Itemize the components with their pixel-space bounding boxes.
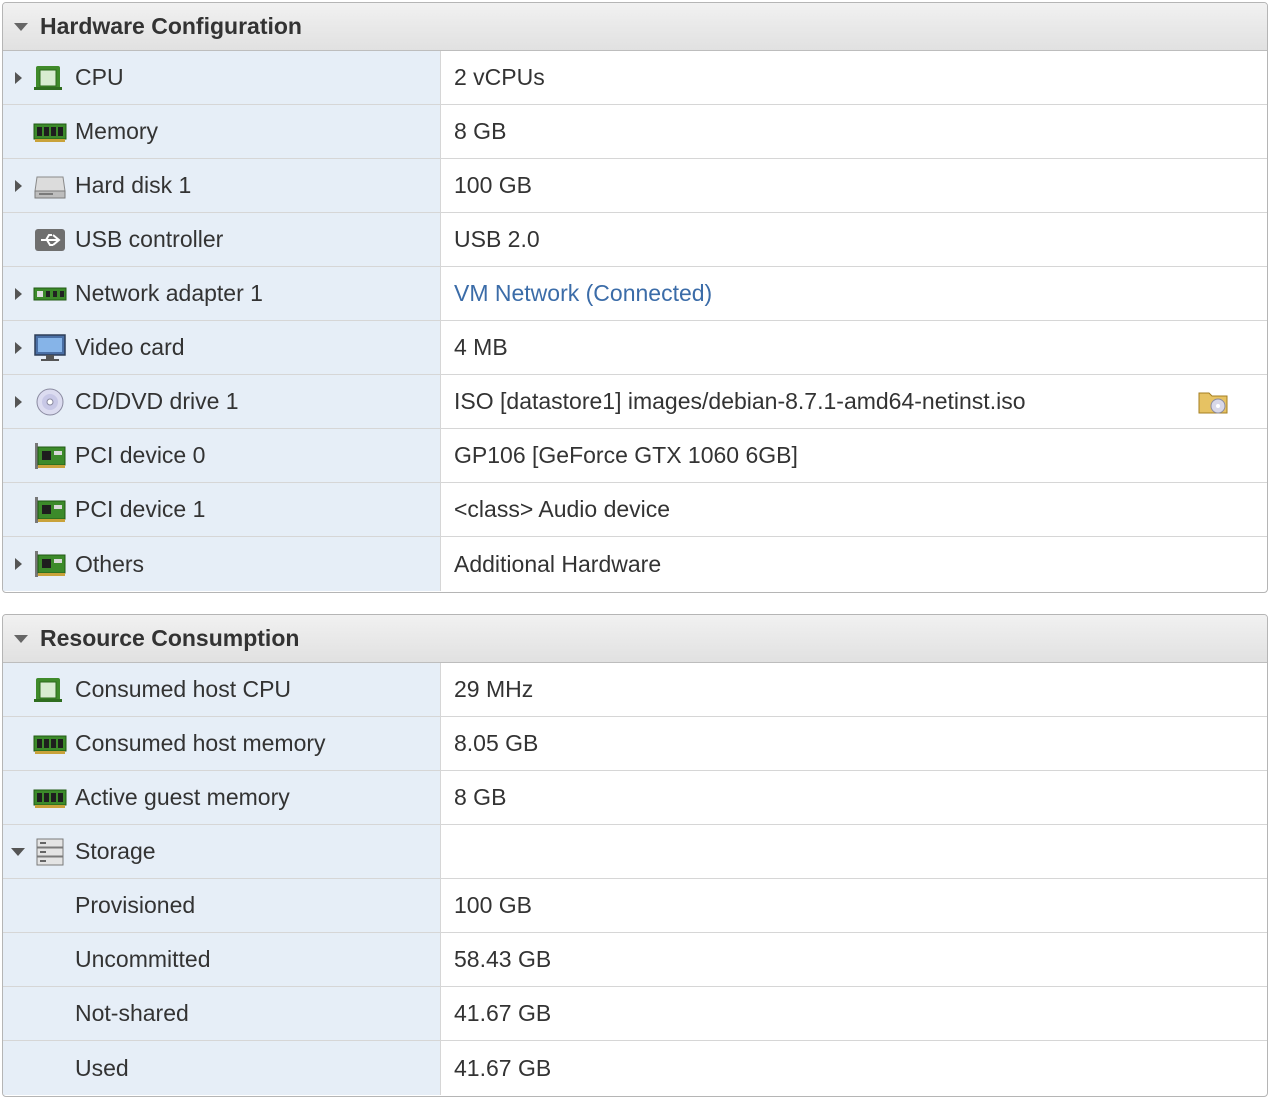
row-value: ISO [datastore1] images/debian-8.7.1-amd… (454, 388, 1026, 414)
network-link[interactable]: VM Network (Connected) (454, 280, 712, 307)
row-label: Used (75, 1054, 129, 1081)
storage-stack-icon (33, 837, 67, 867)
memory-module-icon (33, 783, 67, 813)
resource-consumption-header[interactable]: Resource Consumption (3, 615, 1267, 663)
row-label: Provisioned (75, 892, 196, 918)
table-row-cpu: CPU 2 vCPUs (3, 51, 1267, 105)
row-label: Memory (75, 118, 159, 144)
row-value: 100 GB (454, 892, 532, 918)
hardware-configuration-panel: Hardware Configuration CPU 2 vCPUs Memor… (2, 2, 1268, 593)
expand-arrow-icon[interactable] (3, 287, 33, 300)
table-row-storage: Storage (3, 825, 1267, 879)
collapse-arrow-icon[interactable] (3, 847, 33, 856)
collapse-caret-icon[interactable] (14, 634, 28, 643)
row-value: 41.67 GB (454, 1000, 552, 1026)
row-value: Additional Hardware (454, 550, 662, 577)
table-row-consumed-host-cpu: Consumed host CPU 29 MHz (3, 663, 1267, 717)
expand-arrow-icon[interactable] (3, 179, 33, 192)
cpu-chip-icon (33, 63, 67, 93)
table-row-pci-device-0: PCI device 0 GP106 [GeForce GTX 1060 6GB… (3, 429, 1267, 483)
monitor-icon (33, 333, 67, 363)
table-row-memory: Memory 8 GB (3, 105, 1267, 159)
table-row-others: Others Additional Hardware (3, 537, 1267, 591)
memory-module-icon (33, 729, 67, 759)
row-value: 8.05 GB (454, 730, 539, 756)
browse-folder-icon[interactable] (1197, 387, 1231, 417)
row-label: Hard disk 1 (75, 172, 192, 198)
table-row-consumed-host-memory: Consumed host memory 8.05 GB (3, 717, 1267, 771)
row-value: 8 GB (454, 784, 507, 810)
row-value: 41.67 GB (454, 1054, 552, 1081)
pci-card-icon (33, 549, 67, 579)
table-row-usb-controller: USB controller USB 2.0 (3, 213, 1267, 267)
pci-card-icon (33, 495, 67, 525)
network-card-icon (33, 279, 67, 309)
row-value: 100 GB (454, 172, 532, 198)
pci-card-icon (33, 441, 67, 471)
row-label: PCI device 0 (75, 442, 206, 468)
row-value: 8 GB (454, 118, 507, 144)
row-value: <class> Audio device (454, 496, 671, 522)
expand-arrow-icon[interactable] (3, 395, 33, 408)
row-value: 4 MB (454, 334, 508, 360)
row-label: CD/DVD drive 1 (75, 388, 239, 414)
row-value: 29 MHz (454, 676, 534, 702)
table-row-used: Used 41.67 GB (3, 1041, 1267, 1095)
row-label: Storage (75, 838, 156, 864)
table-row-uncommitted: Uncommitted 58.43 GB (3, 933, 1267, 987)
panel-title: Hardware Configuration (40, 13, 302, 39)
collapse-caret-icon[interactable] (14, 22, 28, 31)
row-value: GP106 [GeForce GTX 1060 6GB] (454, 442, 798, 468)
table-row-video-card: Video card 4 MB (3, 321, 1267, 375)
table-row-pci-device-1: PCI device 1 <class> Audio device (3, 483, 1267, 537)
row-label: Video card (75, 334, 185, 360)
cpu-chip-icon (33, 675, 67, 705)
panel-title: Resource Consumption (40, 625, 300, 651)
memory-module-icon (33, 117, 67, 147)
row-value: 58.43 GB (454, 946, 552, 972)
row-label: Not-shared (75, 1000, 189, 1026)
expand-arrow-icon[interactable] (3, 341, 33, 354)
row-label: CPU (75, 64, 124, 90)
hardware-configuration-header[interactable]: Hardware Configuration (3, 3, 1267, 51)
row-label: Active guest memory (75, 784, 290, 810)
row-label: Consumed host CPU (75, 676, 292, 702)
hard-disk-icon (33, 171, 67, 201)
row-value: 2 vCPUs (454, 64, 545, 90)
expand-arrow-icon[interactable] (3, 558, 33, 570)
resource-consumption-panel: Resource Consumption Consumed host CPU 2… (2, 614, 1268, 1097)
row-label: USB controller (75, 226, 224, 252)
table-row-cd-dvd-drive: CD/DVD drive 1 ISO [datastore1] images/d… (3, 375, 1267, 429)
row-label: Uncommitted (75, 946, 211, 972)
usb-icon (33, 225, 67, 255)
table-row-provisioned: Provisioned 100 GB (3, 879, 1267, 933)
row-label: Consumed host memory (75, 730, 326, 756)
table-row-network-adapter: Network adapter 1 VM Network (Connected) (3, 267, 1267, 321)
row-value: USB 2.0 (454, 226, 540, 252)
expand-arrow-icon[interactable] (3, 71, 33, 84)
row-label: Network adapter 1 (75, 280, 263, 306)
row-label: PCI device 1 (75, 496, 206, 522)
table-row-active-guest-memory: Active guest memory 8 GB (3, 771, 1267, 825)
optical-disc-icon (33, 387, 67, 417)
table-row-not-shared: Not-shared 41.67 GB (3, 987, 1267, 1041)
table-row-hard-disk: Hard disk 1 100 GB (3, 159, 1267, 213)
row-label: Others (75, 550, 145, 577)
